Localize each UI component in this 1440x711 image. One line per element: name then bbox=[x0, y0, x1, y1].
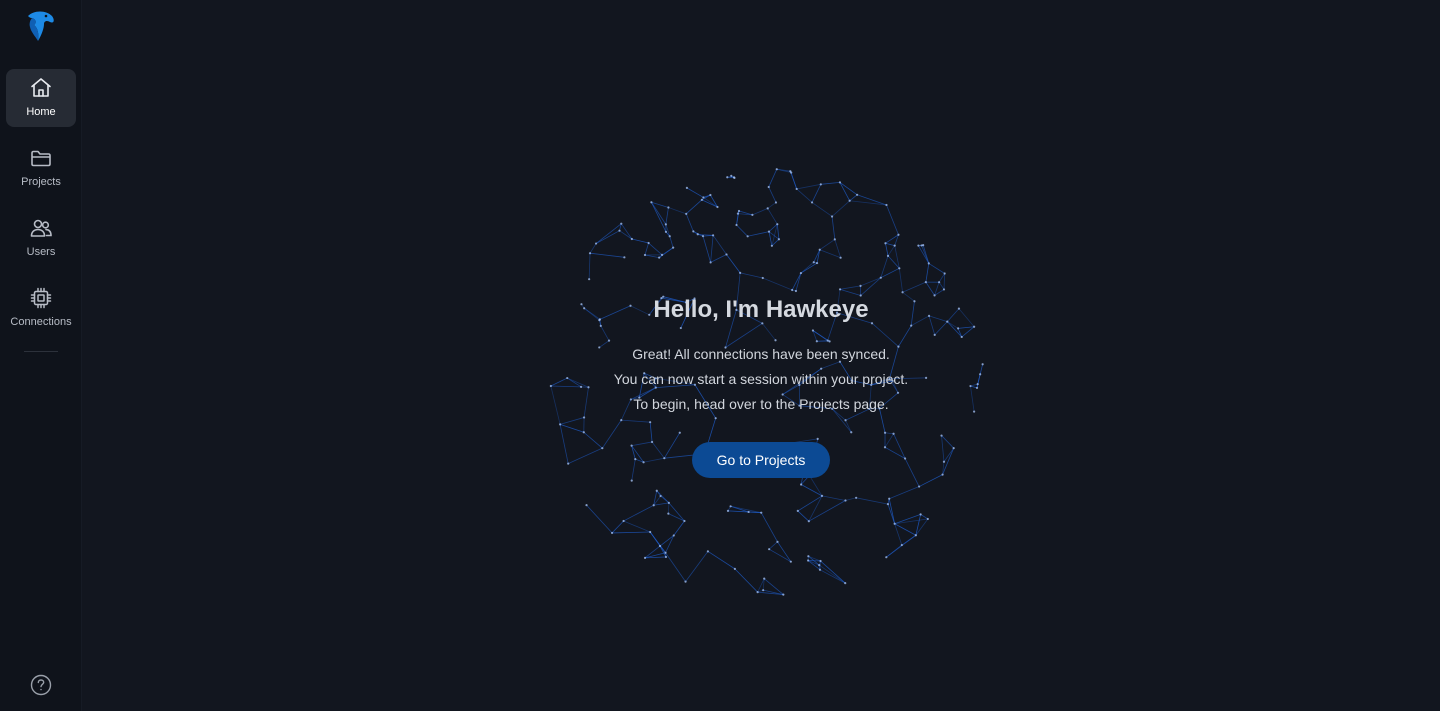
sidebar-item-users[interactable]: Users bbox=[6, 209, 76, 267]
message-line: You can now start a session within your … bbox=[613, 371, 909, 387]
main-content: Hello, I'm Hawkeye Great! All connection… bbox=[82, 0, 1440, 711]
message-line: To begin, head over to the Projects page… bbox=[633, 396, 889, 412]
sidebar-item-projects[interactable]: Projects bbox=[6, 139, 76, 197]
users-icon bbox=[30, 219, 52, 237]
app-window: Home Projects Users Connections Hello, I… bbox=[0, 0, 1440, 711]
go-to-projects-button[interactable]: Go to Projects bbox=[691, 442, 831, 478]
sidebar: Home Projects Users Connections bbox=[0, 0, 82, 711]
sidebar-item-label: Projects bbox=[21, 176, 61, 188]
sidebar-item-label: Connections bbox=[10, 316, 72, 328]
chip-icon bbox=[30, 287, 52, 309]
folder-icon bbox=[31, 150, 51, 167]
welcome-panel: Hello, I'm Hawkeye Great! All connection… bbox=[82, 294, 1440, 478]
sidebar-item-label: Home bbox=[26, 106, 56, 118]
sidebar-item-home[interactable]: Home bbox=[6, 69, 76, 127]
sidebar-item-connections[interactable]: Connections bbox=[6, 279, 76, 337]
hawk-logo-icon[interactable] bbox=[26, 10, 56, 44]
message-line: Great! All connections have been synced. bbox=[632, 346, 890, 362]
welcome-message: Great! All connections have been synced.… bbox=[82, 342, 1440, 417]
sidebar-divider bbox=[24, 351, 58, 352]
sidebar-item-label: Users bbox=[26, 246, 56, 258]
help-circle-icon[interactable] bbox=[30, 674, 52, 696]
home-icon bbox=[31, 78, 51, 97]
page-title: Hello, I'm Hawkeye bbox=[653, 296, 869, 323]
